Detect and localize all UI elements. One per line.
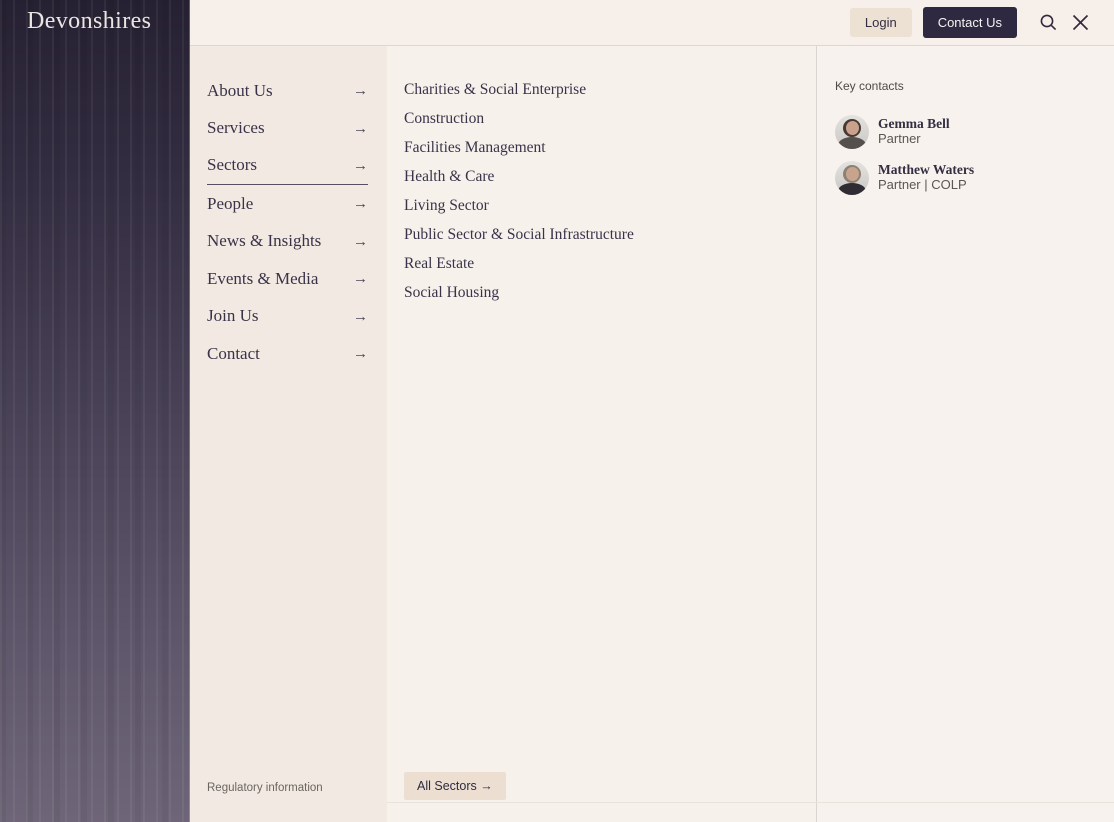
menu-primary-column: About Us → Services → Sectors → People →… xyxy=(190,46,387,822)
brand-logo[interactable]: Devonshires xyxy=(27,8,151,35)
contact-text: Matthew Waters Partner | COLP xyxy=(878,161,974,195)
menu-primary-item[interactable]: People → xyxy=(207,185,368,223)
contact-role: Partner | COLP xyxy=(878,177,974,192)
menu-item-label: Services xyxy=(207,118,265,138)
sector-link[interactable]: Social Housing xyxy=(387,278,816,307)
arrow-right-icon: → xyxy=(353,270,368,287)
menu-item-label: People xyxy=(207,194,253,214)
contact-text: Gemma Bell Partner xyxy=(878,115,950,149)
key-contacts-title: Key contacts xyxy=(835,79,1114,93)
sector-link-label: Construction xyxy=(404,110,484,128)
sector-link-label: Living Sector xyxy=(404,197,489,215)
menu-item-label: About Us xyxy=(207,81,273,101)
contact-avatar xyxy=(835,161,869,195)
menu-item-label: Sectors xyxy=(207,155,257,175)
sector-link[interactable]: Construction xyxy=(387,104,816,133)
sector-link-label: Public Sector & Social Infrastructure xyxy=(404,226,634,244)
all-sectors-button[interactable]: All Sectors → xyxy=(404,772,506,800)
arrow-right-icon: → xyxy=(353,120,368,137)
sectors-submenu-column: Charities & Social Enterprise Constructi… xyxy=(387,46,816,822)
contact-name[interactable]: Gemma Bell xyxy=(878,117,950,131)
sector-link-label: Charities & Social Enterprise xyxy=(404,81,586,99)
key-contacts-panel: Key contacts Gemma Bell Partner xyxy=(816,46,1114,822)
avatar-head xyxy=(846,167,859,181)
close-icon[interactable] xyxy=(1071,13,1090,32)
menu-primary-item[interactable]: Events & Media → xyxy=(207,260,368,298)
avatar-shoulders xyxy=(838,183,866,195)
sector-link-label: Facilities Management xyxy=(404,139,546,157)
megamenu-page: Devonshires Login Contact Us xyxy=(0,0,1114,822)
menu-primary-item[interactable]: Join Us → xyxy=(207,298,368,336)
search-icon[interactable] xyxy=(1039,13,1058,32)
avatar-head xyxy=(846,121,859,135)
login-button[interactable]: Login xyxy=(850,8,912,37)
arrow-right-icon: → xyxy=(353,345,368,362)
contact-role: Partner xyxy=(878,131,950,146)
menu-item-label: Events & Media xyxy=(207,269,318,289)
sector-link-label: Social Housing xyxy=(404,284,499,302)
menu-primary-item[interactable]: About Us → xyxy=(207,72,368,110)
menu-item-label: Join Us xyxy=(207,306,258,326)
menu-primary-item[interactable]: Contact → xyxy=(207,335,368,373)
sector-link[interactable]: Living Sector xyxy=(387,191,816,220)
menu-item-label: News & Insights xyxy=(207,231,321,251)
arrow-right-icon: → xyxy=(353,195,368,212)
sector-link[interactable]: Facilities Management xyxy=(387,133,816,162)
nav-actions: Login Contact Us xyxy=(850,7,1114,38)
top-navigation: Login Contact Us xyxy=(190,0,1114,46)
key-contact-card[interactable]: Matthew Waters Partner | COLP xyxy=(835,161,1114,195)
all-sectors-label: All Sectors xyxy=(417,779,477,793)
menu-primary-item[interactable]: Sectors → xyxy=(207,147,368,185)
contact-name[interactable]: Matthew Waters xyxy=(878,163,974,177)
sector-link-label: Health & Care xyxy=(404,168,494,186)
menu-item-label: Contact xyxy=(207,344,260,364)
bottom-divider xyxy=(387,802,1114,803)
contact-avatar xyxy=(835,115,869,149)
sector-link[interactable]: Public Sector & Social Infrastructure xyxy=(387,220,816,249)
key-contacts-list: Gemma Bell Partner Matthew Waters Partne… xyxy=(835,115,1114,195)
sector-link-label: Real Estate xyxy=(404,255,474,273)
arrow-right-icon: → xyxy=(353,82,368,99)
contact-us-button[interactable]: Contact Us xyxy=(923,7,1017,38)
arrow-right-icon: → xyxy=(353,308,368,325)
key-contact-card[interactable]: Gemma Bell Partner xyxy=(835,115,1114,149)
arrow-right-icon: → xyxy=(353,157,368,174)
regulatory-information-link[interactable]: Regulatory information xyxy=(207,782,323,794)
brand-sidebar: Devonshires xyxy=(0,0,190,822)
sector-link[interactable]: Real Estate xyxy=(387,249,816,278)
arrow-right-icon: → xyxy=(353,233,368,250)
sector-links-list: Charities & Social Enterprise Constructi… xyxy=(387,75,816,307)
menu-primary-item[interactable]: News & Insights → xyxy=(207,222,368,260)
arrow-right-icon: → xyxy=(480,779,493,793)
sector-link[interactable]: Health & Care xyxy=(387,162,816,191)
avatar-shoulders xyxy=(838,137,866,149)
sector-link[interactable]: Charities & Social Enterprise xyxy=(387,75,816,104)
menu-primary-list: About Us → Services → Sectors → People →… xyxy=(190,72,387,373)
menu-primary-item[interactable]: Services → xyxy=(207,110,368,148)
